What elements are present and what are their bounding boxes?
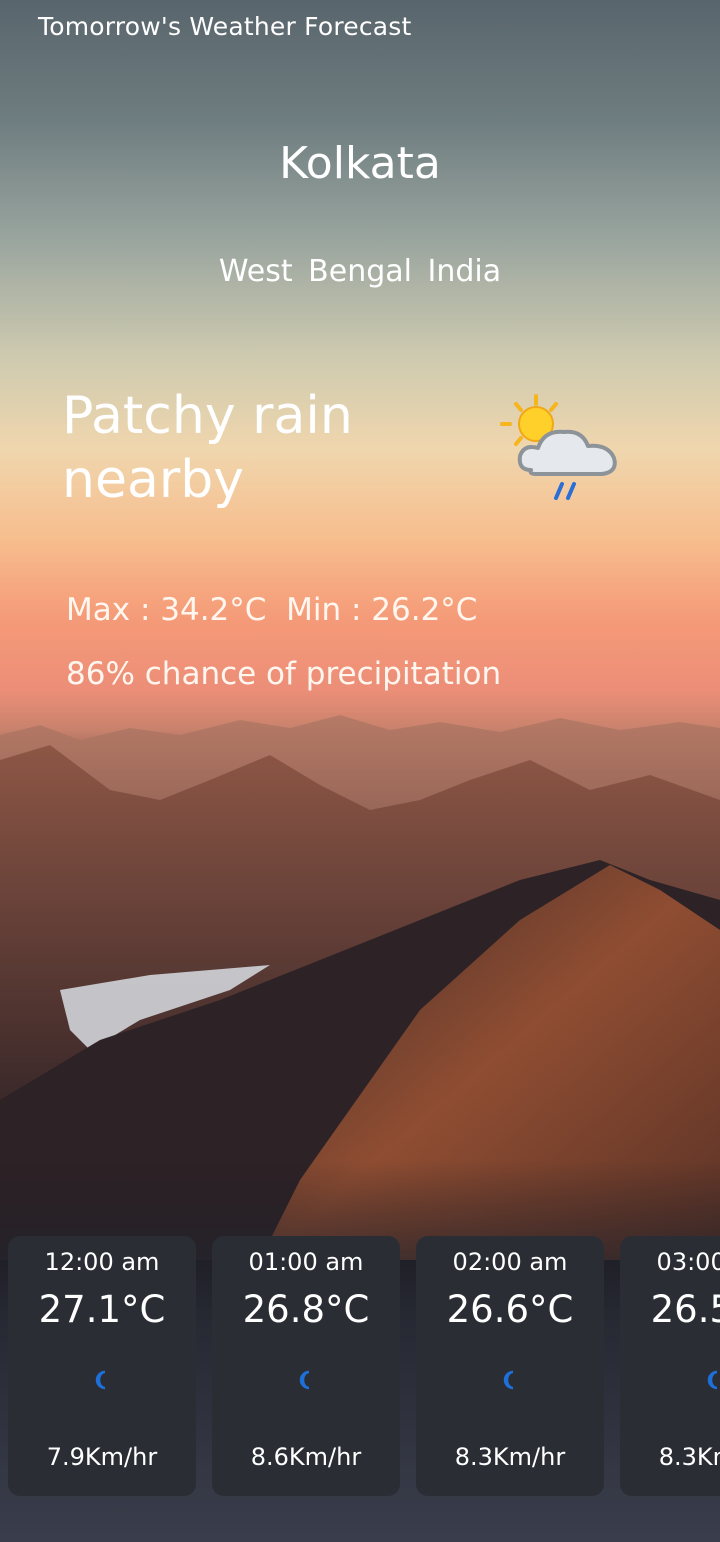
hour-time: 12:00 am [44,1248,160,1276]
hourly-forecast-list[interactable]: 12:00 am 27.1°C 7.9Km/hr 01:00 am 26.8°C… [8,1236,720,1496]
hour-temperature: 27.1°C [38,1288,166,1331]
precipitation-chance: 86% chance of precipitation [66,656,502,692]
hour-card[interactable]: 03:00 am 26.5°C 8.3Km/hr [620,1236,720,1496]
page-title: Tomorrow's Weather Forecast [38,12,412,41]
moon-icon [299,1370,310,1390]
hour-wind-speed: 7.9Km/hr [46,1443,158,1471]
region-name: West Bengal India [218,254,502,289]
hour-wind-speed: 8.3Km/hr [658,1443,720,1471]
hour-card[interactable]: 02:00 am 26.6°C 8.3Km/hr [416,1236,604,1496]
sun-cloud-rain-icon [500,394,617,500]
min-max-temperature: Max : 34.2°C Min : 26.2°C [66,592,478,628]
city-name: Kolkata [279,138,441,189]
hour-temperature: 26.6°C [446,1288,574,1331]
hour-time: 01:00 am [248,1248,364,1276]
moon-icon [503,1370,514,1390]
hour-wind-speed: 8.6Km/hr [250,1443,362,1471]
hour-temperature: 26.5°C [650,1288,720,1331]
moon-icon [707,1370,718,1390]
hour-wind-speed: 8.3Km/hr [454,1443,566,1471]
hour-card[interactable]: 01:00 am 26.8°C 8.6Km/hr [212,1236,400,1496]
condition-text: Patchy rain nearby [62,386,353,510]
hour-card[interactable]: 12:00 am 27.1°C 7.9Km/hr [8,1236,196,1496]
hour-time: 02:00 am [452,1248,568,1276]
hour-time: 03:00 am [656,1248,720,1276]
moon-icon [95,1370,106,1390]
hour-temperature: 26.8°C [242,1288,370,1331]
